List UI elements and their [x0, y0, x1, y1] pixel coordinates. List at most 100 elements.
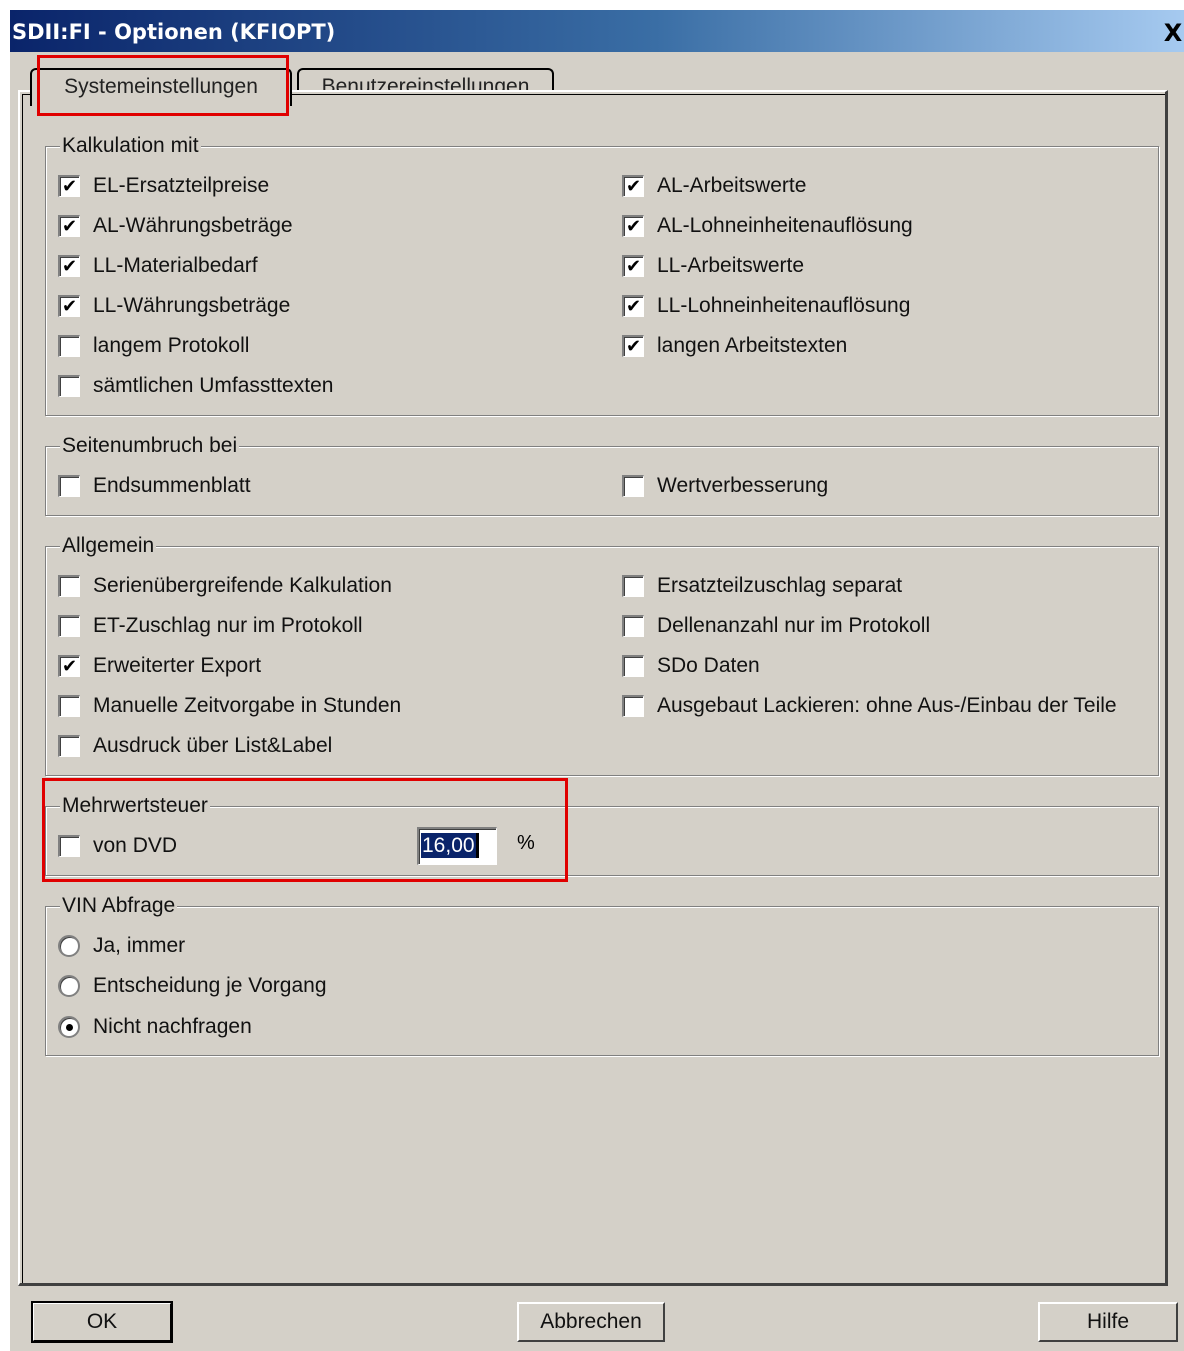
checkbox-box[interactable] [58, 735, 80, 757]
group-label: Mehrwertsteuer [60, 793, 210, 819]
checkbox-ll-materialbedarf[interactable]: ✔ LL-Materialbedarf [58, 252, 258, 280]
radio-entscheidung-je-vorgang[interactable]: Entscheidung je Vorgang [58, 972, 327, 1000]
checkbox-langem-protokoll[interactable]: langem Protokoll [58, 332, 249, 360]
checkbox-label: sämtlichen Umfassttexten [93, 374, 334, 397]
checkbox-al-waehrungsbetraege[interactable]: ✔ AL-Währungsbeträge [58, 212, 293, 240]
checkbox-langen-arbeitstexten[interactable]: ✔ langen Arbeitstexten [622, 332, 847, 360]
check-icon: ✔ [625, 255, 642, 277]
checkbox-label: Ersatzteilzuschlag separat [657, 574, 903, 597]
checkbox-el-ersatzteilpreise[interactable]: ✔ EL-Ersatzteilpreise [58, 172, 269, 200]
radio-nicht-nachfragen[interactable]: Nicht nachfragen [58, 1013, 252, 1041]
checkbox-box[interactable] [622, 695, 644, 717]
checkbox-ll-waehrungsbetraege[interactable]: ✔ LL-Währungsbeträge [58, 292, 290, 320]
radio-dot-icon [65, 1023, 73, 1031]
checkbox-endsummenblatt[interactable]: Endsummenblatt [58, 472, 251, 500]
group-label: Kalkulation mit [60, 133, 201, 159]
checkbox-box[interactable] [622, 575, 644, 597]
checkbox-dellenanzahl-protokoll[interactable]: Dellenanzahl nur im Protokoll [622, 612, 930, 640]
mwst-rate-input[interactable]: 16,00 [417, 827, 497, 865]
checkbox-box[interactable]: ✔ [622, 175, 644, 197]
checkbox-label: AL-Lohneinheitenauflösung [657, 214, 913, 237]
check-icon: ✔ [625, 175, 642, 197]
panel-content: Kalkulation mit ✔ EL-Ersatzteilpreise ✔ … [0, 0, 1184, 1351]
checkbox-label: AL-Währungsbeträge [93, 214, 293, 237]
checkbox-label: ET-Zuschlag nur im Protokoll [93, 614, 363, 637]
checkbox-box[interactable]: ✔ [58, 175, 80, 197]
checkbox-box[interactable]: ✔ [58, 655, 80, 677]
checkbox-box[interactable] [58, 375, 80, 397]
checkbox-box[interactable]: ✔ [58, 215, 80, 237]
radio-label: Nicht nachfragen [93, 1015, 252, 1038]
checkbox-label: LL-Materialbedarf [93, 254, 258, 277]
checkbox-label: langem Protokoll [93, 334, 250, 357]
check-icon: ✔ [61, 295, 78, 317]
check-icon: ✔ [61, 655, 78, 677]
check-icon: ✔ [625, 335, 642, 357]
checkbox-box[interactable] [58, 695, 80, 717]
checkbox-serienuebergreifende-kalkulation[interactable]: Serienübergreifende Kalkulation [58, 572, 392, 600]
checkbox-box[interactable]: ✔ [622, 215, 644, 237]
group-mehrwertsteuer: Mehrwertsteuer [45, 793, 1159, 876]
check-icon: ✔ [625, 215, 642, 237]
check-icon: ✔ [625, 295, 642, 317]
radio-label: Ja, immer [93, 934, 186, 957]
checkbox-box[interactable]: ✔ [622, 295, 644, 317]
check-icon: ✔ [61, 175, 78, 197]
help-button-label: Hilfe [1086, 1310, 1129, 1333]
checkbox-box[interactable] [58, 475, 80, 497]
check-icon: ✔ [61, 215, 78, 237]
checkbox-box[interactable] [622, 475, 644, 497]
checkbox-box[interactable] [622, 615, 644, 637]
radio-circle[interactable] [58, 1016, 80, 1038]
radio-circle[interactable] [58, 975, 80, 997]
checkbox-ersatzteilzuschlag-separat[interactable]: Ersatzteilzuschlag separat [622, 572, 902, 600]
checkbox-label: AL-Arbeitswerte [657, 174, 807, 197]
checkbox-sdo-daten[interactable]: SDo Daten [622, 652, 760, 680]
checkbox-label: Wertverbesserung [657, 474, 829, 497]
checkbox-ll-lohneinheitenaufloesung[interactable]: ✔ LL-Lohneinheitenauflösung [622, 292, 910, 320]
cancel-button[interactable]: Abbrechen [517, 1302, 665, 1342]
checkbox-saemtlichen-umfassttexten[interactable]: sämtlichen Umfassttexten [58, 372, 333, 400]
percent-unit: % [517, 832, 535, 854]
checkbox-label: Ausgebaut Lackieren: ohne Aus-/Einbau de… [657, 694, 1117, 717]
group-label: VIN Abfrage [60, 893, 178, 919]
checkbox-wertverbesserung[interactable]: Wertverbesserung [622, 472, 828, 500]
group-label: Seitenumbruch bei [60, 433, 240, 459]
checkbox-manuelle-zeitvorgabe[interactable]: Manuelle Zeitvorgabe in Stunden [58, 692, 401, 720]
checkbox-label: langen Arbeitstexten [657, 334, 848, 357]
checkbox-box[interactable] [58, 615, 80, 637]
checkbox-label: Manuelle Zeitvorgabe in Stunden [93, 694, 402, 717]
checkbox-label: Erweiterter Export [93, 654, 262, 677]
checkbox-box[interactable] [58, 335, 80, 357]
checkbox-ausgebaut-lackieren[interactable]: Ausgebaut Lackieren: ohne Aus-/Einbau de… [622, 692, 1117, 720]
checkbox-al-arbeitswerte[interactable]: ✔ AL-Arbeitswerte [622, 172, 806, 200]
checkbox-label: Dellenanzahl nur im Protokoll [657, 614, 931, 637]
checkbox-label: LL-Währungsbeträge [93, 294, 291, 317]
ok-button[interactable]: OK [31, 1301, 173, 1343]
checkbox-box[interactable]: ✔ [58, 295, 80, 317]
checkbox-box[interactable] [58, 835, 80, 857]
radio-circle[interactable] [58, 935, 80, 957]
mwst-rate-value[interactable]: 16,00 [421, 833, 479, 858]
help-button[interactable]: Hilfe [1038, 1302, 1178, 1342]
checkbox-label: LL-Arbeitswerte [657, 254, 805, 277]
checkbox-box[interactable]: ✔ [622, 255, 644, 277]
radio-label: Entscheidung je Vorgang [93, 974, 327, 997]
checkbox-al-lohneinheitenaufloesung[interactable]: ✔ AL-Lohneinheitenauflösung [622, 212, 913, 240]
group-label: Allgemein [60, 533, 157, 559]
checkbox-label: LL-Lohneinheitenauflösung [657, 294, 911, 317]
checkbox-label: EL-Ersatzteilpreise [93, 174, 270, 197]
checkbox-box[interactable]: ✔ [622, 335, 644, 357]
checkbox-et-zuschlag-protokoll[interactable]: ET-Zuschlag nur im Protokoll [58, 612, 363, 640]
checkbox-box[interactable]: ✔ [58, 255, 80, 277]
checkbox-erweiterter-export[interactable]: ✔ Erweiterter Export [58, 652, 261, 680]
checkbox-ll-arbeitswerte[interactable]: ✔ LL-Arbeitswerte [622, 252, 804, 280]
highlight-tab-annotation [37, 55, 289, 116]
radio-ja-immer[interactable]: Ja, immer [58, 932, 185, 960]
checkbox-box[interactable] [58, 575, 80, 597]
checkbox-label: SDo Daten [657, 654, 760, 677]
checkbox-ausdruck-list-label[interactable]: Ausdruck über List&Label [58, 732, 332, 760]
checkbox-box[interactable] [622, 655, 644, 677]
checkbox-label: von DVD [93, 834, 178, 857]
checkbox-von-dvd[interactable]: von DVD [58, 832, 177, 860]
